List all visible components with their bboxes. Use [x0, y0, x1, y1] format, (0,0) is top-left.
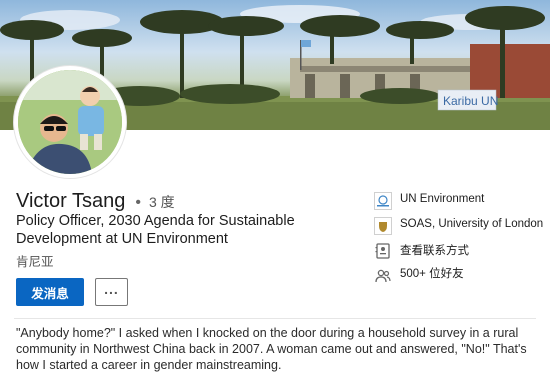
- contact-card-icon: [374, 242, 392, 260]
- avatar-photo: [18, 70, 122, 174]
- side-item-company-label: UN Environment: [400, 193, 485, 205]
- soas-logo-icon: [374, 217, 392, 235]
- side-item-company[interactable]: UN Environment: [374, 192, 544, 210]
- profile-summary: "Anybody home?" I asked when I knocked o…: [16, 326, 527, 372]
- more-actions-button[interactable]: ...: [95, 278, 128, 306]
- un-environment-logo-icon: [374, 192, 392, 210]
- separator-dot: •: [135, 194, 141, 211]
- profile-headline: Policy Officer, 2030 Agenda for Sustaina…: [16, 213, 295, 247]
- people-icon: [374, 267, 392, 285]
- name-row: Victor Tsang • 3 度: [16, 190, 175, 213]
- side-item-connections-label: 500+ 位好友: [400, 268, 464, 280]
- karibu-un-sign: Karibu UN: [443, 94, 498, 108]
- side-item-school[interactable]: SOAS, University of London: [374, 217, 544, 235]
- side-item-connections[interactable]: 500+ 位好友: [374, 267, 544, 285]
- section-divider: [14, 318, 536, 319]
- side-item-contact-info[interactable]: 查看联系方式: [374, 242, 544, 260]
- side-item-school-label: SOAS, University of London: [400, 218, 544, 230]
- side-item-contact-info-label: 查看联系方式: [400, 245, 469, 257]
- profile-side-info: UN Environment SOAS, University of Londo…: [374, 192, 544, 292]
- avatar[interactable]: [14, 66, 126, 178]
- profile-location: 肯尼亚: [16, 255, 54, 269]
- profile-name: Victor Tsang: [16, 190, 126, 212]
- connection-degree: 3 度: [148, 194, 175, 210]
- message-button[interactable]: 发消息: [16, 278, 84, 306]
